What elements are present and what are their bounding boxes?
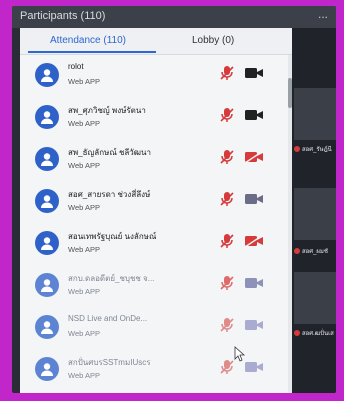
avatar	[35, 231, 59, 255]
participant-list[interactable]: rolot Web APP สพ_ศุภวิชญ์ พงษ์รัตนา Web …	[20, 55, 292, 393]
participant-row[interactable]: สอนเทพรัฐบุณย์ นงลักษณ์ Web APP	[20, 223, 288, 265]
video-tile[interactable]	[294, 188, 336, 240]
user-icon	[41, 69, 53, 82]
avatar	[35, 189, 59, 213]
mic-muted-icon[interactable]	[220, 65, 234, 81]
video-tile-label: สอศ.ฒปั่นเส	[294, 328, 334, 338]
mic-muted-icon[interactable]	[220, 359, 234, 375]
mic-muted-icon[interactable]	[220, 317, 234, 333]
participant-name: สอศ_สายรดา ช่วงสี่ลึงษ์	[68, 190, 151, 199]
video-tile-label: สอศ_ผมชั	[294, 246, 328, 256]
active-tab-indicator	[28, 51, 156, 53]
participant-name: สอนเทพรัฐบุณย์ นงลักษณ์	[68, 232, 157, 241]
mic-muted-icon[interactable]	[220, 149, 234, 165]
participant-row[interactable]: สพ_ธัญลักษณ์ ชลีวัฒนา Web APP	[20, 139, 288, 181]
participant-row[interactable]: NSD Live and OnDe... Web APP	[20, 307, 288, 349]
camera-off-icon[interactable]	[244, 192, 264, 206]
participant-client: Web APP	[68, 371, 100, 380]
participant-name: สกปั่นศบรSSTmมIUscร	[68, 358, 151, 367]
participant-name: สพ_ธัญลักษณ์ ชลีวัฒนา	[68, 148, 151, 157]
video-tile[interactable]	[294, 88, 336, 140]
user-icon	[41, 153, 53, 166]
avatar	[35, 315, 59, 339]
participants-titlebar: Participants (110) ...	[12, 6, 336, 28]
participants-panel: Attendance (110) Lobby (0) rolot Web APP	[20, 28, 292, 393]
participant-row[interactable]: สพ_ศุภวิชญ์ พงษ์รัตนา Web APP	[20, 97, 288, 139]
participant-tabs: Attendance (110) Lobby (0)	[20, 28, 292, 55]
camera-off-icon[interactable]	[244, 108, 264, 122]
participant-client: Web APP	[68, 161, 100, 170]
camera-muted-icon[interactable]	[244, 234, 264, 248]
user-icon	[41, 237, 53, 250]
participant-client: Web APP	[68, 329, 100, 338]
avatar	[35, 357, 59, 381]
participant-name: rolot	[68, 62, 84, 71]
participant-client: Web APP	[68, 287, 100, 296]
user-icon	[41, 195, 53, 208]
more-options-icon[interactable]: ...	[318, 7, 328, 21]
avatar	[35, 105, 59, 129]
mic-muted-icon[interactable]	[220, 107, 234, 123]
camera-muted-icon[interactable]	[244, 150, 264, 164]
participant-name: สพ_ศุภวิชญ์ พงษ์รัตนา	[68, 106, 146, 115]
participant-row[interactable]: rolot Web APP	[20, 55, 288, 97]
participant-row[interactable]: สกบ.ดลอดีตย์_ชบุชช จ... Web APP	[20, 265, 288, 307]
mic-muted-icon[interactable]	[220, 233, 234, 249]
mouse-cursor-icon	[234, 346, 246, 362]
camera-off-icon[interactable]	[244, 318, 264, 332]
camera-off-icon[interactable]	[244, 360, 264, 374]
user-icon	[41, 111, 53, 124]
tab-lobby[interactable]: Lobby (0)	[192, 35, 234, 46]
video-tile[interactable]	[294, 272, 336, 324]
video-strip: สอศ_รัษฎ์นี สอศ_ผมชั สอศ.ฒปั่นเส	[292, 28, 336, 393]
user-icon	[41, 321, 53, 334]
participant-name: NSD Live and OnDe...	[68, 314, 148, 323]
avatar	[35, 273, 59, 297]
video-tile-label: สอศ_รัษฎ์นี	[294, 144, 332, 154]
user-icon	[41, 279, 53, 292]
mic-muted-icon[interactable]	[220, 191, 234, 207]
camera-off-icon[interactable]	[244, 276, 264, 290]
participant-name: สกบ.ดลอดีตย์_ชบุชช จ...	[68, 274, 155, 283]
mic-muted-icon[interactable]	[220, 275, 234, 291]
user-icon	[41, 363, 53, 376]
participants-title: Participants (110)	[20, 10, 106, 22]
camera-off-icon[interactable]	[244, 66, 264, 80]
participant-row[interactable]: สกปั่นศบรSSTmมIUscร Web APP	[20, 349, 288, 391]
participant-client: Web APP	[68, 203, 100, 212]
avatar	[35, 147, 59, 171]
participant-client: Web APP	[68, 119, 100, 128]
participant-client: Web APP	[68, 77, 100, 86]
avatar	[35, 63, 59, 87]
meeting-window: Participants (110) ... Attendance (110) …	[12, 6, 336, 393]
participant-row[interactable]: สอศ_สายรดา ช่วงสี่ลึงษ์ Web APP	[20, 181, 288, 223]
participant-client: Web APP	[68, 245, 100, 254]
tab-attendance[interactable]: Attendance (110)	[50, 35, 126, 46]
